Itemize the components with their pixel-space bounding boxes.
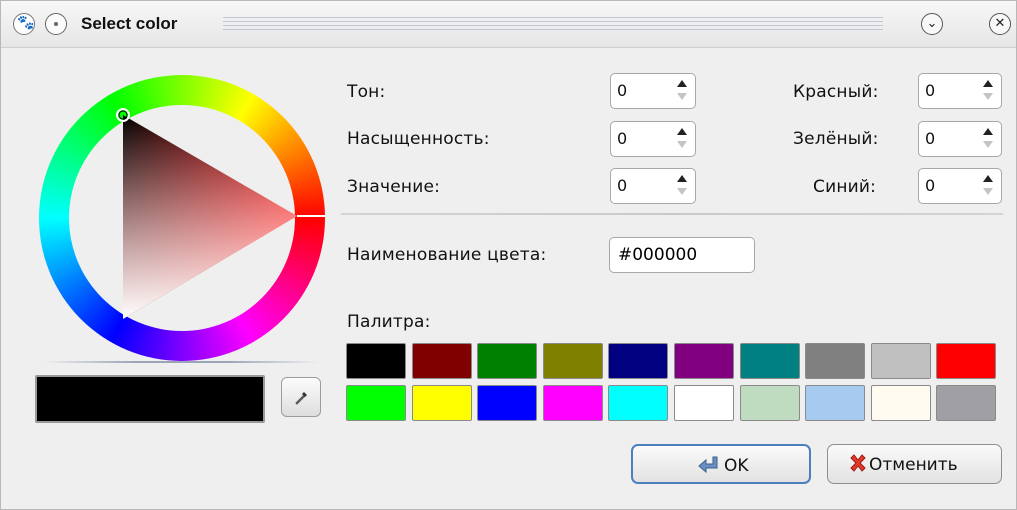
- palette-swatch[interactable]: [870, 385, 931, 421]
- eyedropper-icon: [295, 392, 307, 405]
- palette-swatch[interactable]: [608, 343, 669, 379]
- spin-arrows-icon[interactable]: [983, 78, 993, 104]
- palette-swatch[interactable]: [870, 343, 931, 379]
- cancel-button[interactable]: Отменить: [827, 444, 1002, 484]
- red-spinbox[interactable]: 0: [918, 73, 1002, 109]
- palette-swatch[interactable]: [674, 385, 734, 421]
- saturation-spinbox[interactable]: 0: [610, 121, 696, 157]
- palette-swatch[interactable]: [542, 385, 603, 421]
- hsv-color-wheel[interactable]: [39, 75, 325, 365]
- close-x-icon[interactable]: ✕: [989, 13, 1011, 35]
- palette-swatch[interactable]: [739, 385, 800, 421]
- current-color-swatch: [35, 375, 265, 423]
- value-spinbox[interactable]: 0: [610, 168, 696, 204]
- spin-arrows-icon[interactable]: [677, 78, 687, 104]
- paw-icon[interactable]: 🐾: [13, 13, 35, 35]
- green-spinbox[interactable]: 0: [918, 121, 1002, 157]
- blue-label: Синий:: [813, 177, 877, 197]
- palette-swatch[interactable]: [542, 343, 603, 379]
- palette-swatch[interactable]: [936, 385, 997, 421]
- palette-swatch[interactable]: [739, 343, 800, 379]
- green-label: Зелёный:: [793, 129, 879, 149]
- hue-label: Тон:: [347, 82, 386, 102]
- blue-spinbox[interactable]: 0: [918, 168, 1002, 204]
- sticky-dot-icon[interactable]: [45, 13, 67, 35]
- palette-swatch[interactable]: [608, 385, 669, 421]
- palette-swatch[interactable]: [411, 385, 472, 421]
- cancel-x-icon: [848, 453, 868, 478]
- minimize-chevron-icon[interactable]: ⌄: [921, 13, 943, 35]
- red-label: Красный:: [793, 82, 879, 102]
- palette-swatch[interactable]: [411, 343, 472, 379]
- title-bar-decoration: [223, 17, 883, 33]
- title-bar[interactable]: 🐾 Select color ⌄ ✕: [1, 1, 1016, 48]
- spin-arrows-icon[interactable]: [677, 173, 687, 199]
- palette-swatch[interactable]: [477, 385, 538, 421]
- hue-spinbox[interactable]: 0: [610, 73, 696, 109]
- ok-button[interactable]: OK: [631, 444, 811, 484]
- color-name-label: Наименование цвета:: [347, 245, 547, 265]
- pick-screen-color-button[interactable]: [281, 377, 321, 417]
- palette-swatch[interactable]: [346, 343, 406, 379]
- spin-arrows-icon[interactable]: [677, 126, 687, 152]
- saturation-label: Насыщенность:: [347, 129, 490, 149]
- palette-swatch[interactable]: [805, 343, 866, 379]
- color-name-input[interactable]: #000000: [609, 237, 755, 273]
- palette-swatch[interactable]: [936, 343, 997, 379]
- spin-arrows-icon[interactable]: [983, 173, 993, 199]
- spin-arrows-icon[interactable]: [983, 126, 993, 152]
- palette-swatch[interactable]: [346, 385, 406, 421]
- palette-swatch[interactable]: [674, 343, 734, 379]
- select-color-dialog: 🐾 Select color ⌄ ✕ Тон: Насыщенность: Зн…: [0, 0, 1017, 510]
- palette-label: Палитра:: [347, 312, 431, 332]
- window-title: Select color: [81, 14, 178, 33]
- right-separator: [341, 213, 1003, 215]
- left-separator: [43, 361, 319, 363]
- ok-icon: [697, 454, 719, 479]
- palette-swatch[interactable]: [805, 385, 866, 421]
- palette-swatch[interactable]: [477, 343, 538, 379]
- value-label: Значение:: [347, 177, 441, 197]
